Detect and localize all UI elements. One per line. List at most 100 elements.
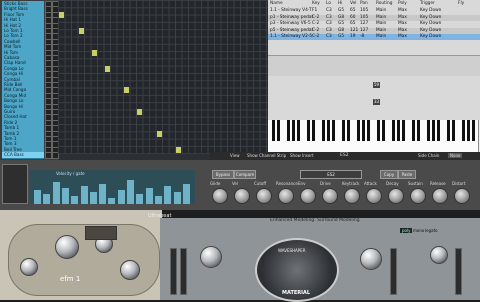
column-header[interactable]: Key	[312, 0, 320, 7]
black-key[interactable]	[331, 120, 335, 141]
step-bar[interactable]	[80, 186, 88, 204]
show-channel-strip-button[interactable]: Show Channel Strip	[247, 153, 286, 158]
note-cell[interactable]	[176, 146, 181, 153]
step-bar[interactable]	[52, 182, 60, 204]
zone-row[interactable]: p1 - Steinway pedal C-2 C3 G8 60 105 Main Max Ke…	[268, 14, 480, 21]
zone-row[interactable]: p5 - Steinway pedal C-2 C3 G8 121 127 Main Max K…	[268, 27, 480, 34]
piano-keyboard[interactable]	[268, 120, 480, 156]
column-header[interactable]: Hi	[338, 0, 342, 7]
pickup-a-knob[interactable]	[200, 246, 222, 268]
step-bar[interactable]	[164, 186, 172, 204]
object-slider-2[interactable]	[180, 248, 187, 295]
black-key[interactable]	[381, 120, 385, 141]
black-key[interactable]	[361, 120, 365, 141]
black-key[interactable]	[411, 120, 415, 141]
column-header[interactable]: Vel	[350, 0, 356, 7]
black-key[interactable]	[366, 120, 370, 141]
step-sequencer[interactable]: Velocity / gate	[30, 170, 195, 204]
step-bar[interactable]	[34, 190, 41, 204]
note-cell[interactable]	[59, 11, 64, 18]
step-bar[interactable]	[89, 192, 97, 204]
step-bar[interactable]	[127, 180, 134, 204]
paste-button[interactable]: Paste	[398, 170, 416, 179]
black-key[interactable]	[446, 120, 450, 141]
param-knob[interactable]	[366, 188, 382, 204]
mix-knob[interactable]	[20, 258, 38, 276]
param-knob[interactable]	[454, 188, 470, 204]
mono-mode-button[interactable]: mono	[413, 228, 424, 233]
poly-mode-button[interactable]: poly	[400, 228, 413, 233]
zone-row[interactable]: p3 - Steinway V6-5 C-2 C3 G5 65 127 Main Max Key…	[268, 21, 480, 27]
black-key[interactable]	[271, 120, 275, 141]
black-key[interactable]	[401, 120, 405, 141]
param-knob[interactable]	[234, 188, 250, 204]
pickup-b-knob[interactable]	[360, 248, 382, 270]
zone-row[interactable]: 1.1 - Steinway V4-T F1 C3 G5 65 105 Main Max Key…	[268, 8, 480, 14]
compare-button[interactable]: Compare	[234, 170, 256, 179]
black-key[interactable]	[296, 120, 300, 141]
zone-row[interactable]: 1.1 - Steinway V2-5 C-2 C3 G5 19 -8 Main Max Key…	[268, 34, 480, 40]
column-header[interactable]: Fly	[458, 0, 464, 7]
black-key[interactable]	[326, 120, 330, 141]
note-cell[interactable]	[91, 49, 97, 56]
note-cell[interactable]	[78, 28, 84, 34]
black-key[interactable]	[341, 120, 345, 141]
step-bar[interactable]	[71, 196, 79, 204]
param-knob[interactable]	[256, 188, 272, 204]
zone-scroll-area[interactable]	[268, 55, 480, 76]
step-bar[interactable]	[117, 190, 125, 204]
black-key[interactable]	[286, 120, 290, 141]
object-slider-3[interactable]	[390, 248, 397, 295]
side-chain-select[interactable]: None	[448, 153, 463, 158]
column-header[interactable]: Pan	[360, 0, 368, 7]
column-header[interactable]: Lo	[326, 0, 331, 7]
column-header[interactable]: Poly	[398, 0, 407, 7]
black-key[interactable]	[276, 120, 280, 141]
black-key[interactable]	[306, 120, 310, 141]
value-box-b[interactable]: 33	[373, 99, 380, 105]
black-key[interactable]	[356, 120, 360, 141]
black-key[interactable]	[451, 120, 455, 141]
black-key[interactable]	[311, 120, 315, 141]
param-knob[interactable]	[388, 188, 404, 204]
preset-menu[interactable]: ES2	[300, 170, 362, 179]
step-bar[interactable]	[136, 194, 144, 204]
note-cell[interactable]	[137, 109, 142, 115]
black-key[interactable]	[466, 120, 470, 141]
black-key[interactable]	[396, 120, 400, 141]
copy-button[interactable]: Copy	[380, 170, 398, 179]
legato-mode-button[interactable]: legato	[425, 228, 438, 233]
black-key[interactable]	[291, 120, 295, 141]
step-bar[interactable]	[43, 194, 51, 204]
param-knob[interactable]	[410, 188, 426, 204]
step-bar[interactable]	[99, 184, 107, 204]
column-header[interactable]: Trigger	[420, 0, 435, 7]
black-key[interactable]	[426, 120, 430, 141]
mute-button[interactable]	[45, 152, 52, 160]
step-bar[interactable]	[154, 196, 162, 204]
pitch-knob[interactable]	[55, 235, 79, 259]
param-knob[interactable]	[344, 188, 360, 204]
black-key[interactable]	[321, 120, 325, 141]
black-key[interactable]	[346, 120, 350, 141]
bypass-button[interactable]: Bypass	[212, 170, 234, 179]
black-key[interactable]	[376, 120, 380, 141]
param-knob[interactable]	[300, 188, 316, 204]
note-cell[interactable]	[124, 87, 129, 94]
black-key[interactable]	[416, 120, 420, 141]
param-knob[interactable]	[432, 188, 448, 204]
black-key[interactable]	[471, 120, 475, 141]
column-header[interactable]: Name	[270, 0, 283, 7]
param-knob[interactable]	[322, 188, 338, 204]
black-key[interactable]	[461, 120, 465, 141]
param-knob[interactable]	[212, 188, 228, 204]
object-slider-4[interactable]	[455, 248, 462, 295]
drum-instrument-row[interactable]: CCA Bass	[2, 152, 44, 160]
value-box-a[interactable]: 59	[373, 82, 380, 88]
step-bar[interactable]	[145, 188, 153, 204]
step-bar[interactable]	[173, 192, 181, 204]
object-slider-1[interactable]	[170, 248, 177, 295]
column-header[interactable]: Routing	[376, 0, 392, 7]
show-insert-button[interactable]: Show Insert	[290, 153, 314, 158]
black-key[interactable]	[431, 120, 435, 141]
